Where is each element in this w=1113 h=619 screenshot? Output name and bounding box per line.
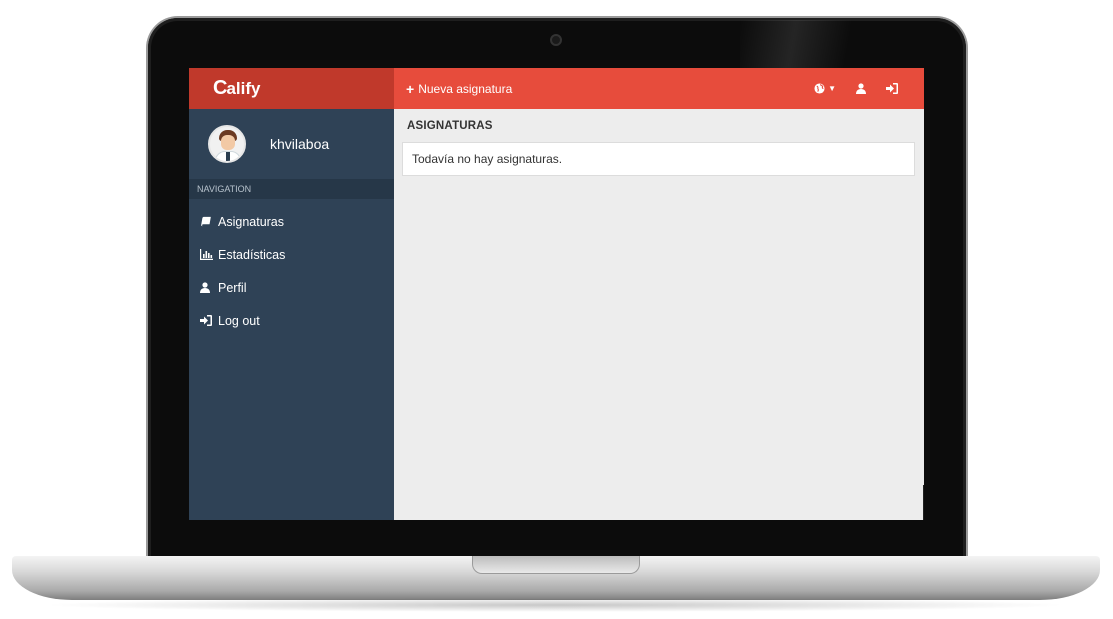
sidebar-item-label: Log out xyxy=(218,313,260,328)
chevron-down-icon: ▼ xyxy=(828,84,836,93)
brand-mark: C xyxy=(213,77,227,99)
brand-name: alify xyxy=(226,78,261,98)
brand-logo[interactable]: Calify xyxy=(189,68,394,109)
sidebar-item-perfil[interactable]: Perfil xyxy=(189,271,394,304)
sidebar-item-label: Perfil xyxy=(218,280,247,295)
language-dropdown[interactable]: ▼ xyxy=(814,83,836,94)
book-icon xyxy=(200,216,218,227)
nav-header: NAVIGATION xyxy=(189,179,394,199)
page-title: ASIGNATURAS xyxy=(407,120,493,132)
sidebar-item-logout[interactable]: Log out xyxy=(189,304,394,337)
app-screen: Calify khvilaboa NAVIGATION Asignaturas … xyxy=(189,68,924,520)
laptop-notch xyxy=(472,556,640,574)
bar-chart-icon xyxy=(200,249,218,260)
sidebar-item-estadisticas[interactable]: Estadísticas xyxy=(189,238,394,271)
sign-in-icon xyxy=(200,315,218,326)
user-icon xyxy=(856,83,866,94)
logout-button[interactable] xyxy=(886,83,898,94)
main-content: ASIGNATURAS Todavía no hay asignaturas. xyxy=(394,109,924,520)
user-icon xyxy=(200,282,218,293)
sidebar: Calify khvilaboa NAVIGATION Asignaturas … xyxy=(189,68,394,520)
avatar xyxy=(208,125,246,163)
new-asignatura-label: Nueva asignatura xyxy=(418,81,513,96)
username: khvilaboa xyxy=(270,136,330,152)
laptop-shadow xyxy=(40,598,1070,612)
plus-icon: + xyxy=(406,80,415,97)
scrollbar-edge xyxy=(923,485,924,520)
profile-button[interactable] xyxy=(856,83,866,94)
sidebar-item-asignaturas[interactable]: Asignaturas xyxy=(189,205,394,238)
topbar-icons: ▼ xyxy=(814,83,898,94)
empty-message: Todavía no hay asignaturas. xyxy=(412,152,563,166)
nav-list: Asignaturas Estadísticas Perfil Log out xyxy=(189,199,394,337)
sidebar-item-label: Estadísticas xyxy=(218,247,286,262)
lid-sheen xyxy=(740,20,920,68)
empty-state-panel: Todavía no hay asignaturas. xyxy=(402,142,915,176)
user-panel: khvilaboa xyxy=(189,109,394,179)
globe-icon xyxy=(814,83,825,94)
sign-in-icon xyxy=(886,83,898,94)
new-asignatura-button[interactable]: + Nueva asignatura xyxy=(406,81,512,97)
sidebar-item-label: Asignaturas xyxy=(218,214,285,229)
camera-icon xyxy=(550,34,562,46)
topbar: + Nueva asignatura ▼ xyxy=(394,68,924,109)
